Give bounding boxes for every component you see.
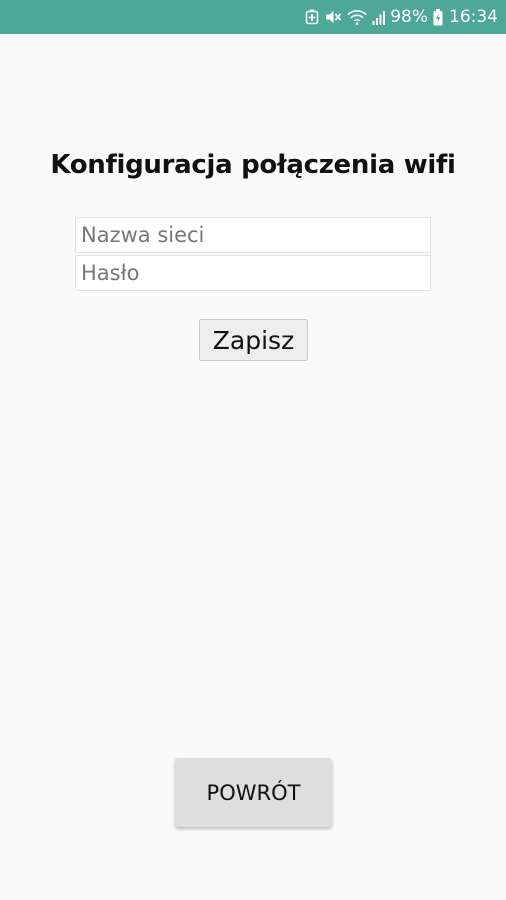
- battery-saver-icon: [305, 9, 319, 25]
- save-button[interactable]: Zapisz: [199, 319, 308, 361]
- battery-percentage: 98%: [390, 7, 428, 27]
- status-clock: 16:34: [449, 7, 498, 27]
- status-bar: 98% 16:34: [0, 0, 506, 34]
- back-button[interactable]: POWRÓT: [175, 758, 332, 827]
- mute-icon: [324, 9, 342, 25]
- network-name-input[interactable]: [75, 217, 431, 253]
- battery-charging-icon: [433, 8, 443, 26]
- cellular-signal-icon: [372, 9, 386, 25]
- wifi-icon: [347, 9, 367, 25]
- page-title: Konfiguracja połączenia wifi: [50, 150, 456, 180]
- password-input[interactable]: [75, 255, 431, 291]
